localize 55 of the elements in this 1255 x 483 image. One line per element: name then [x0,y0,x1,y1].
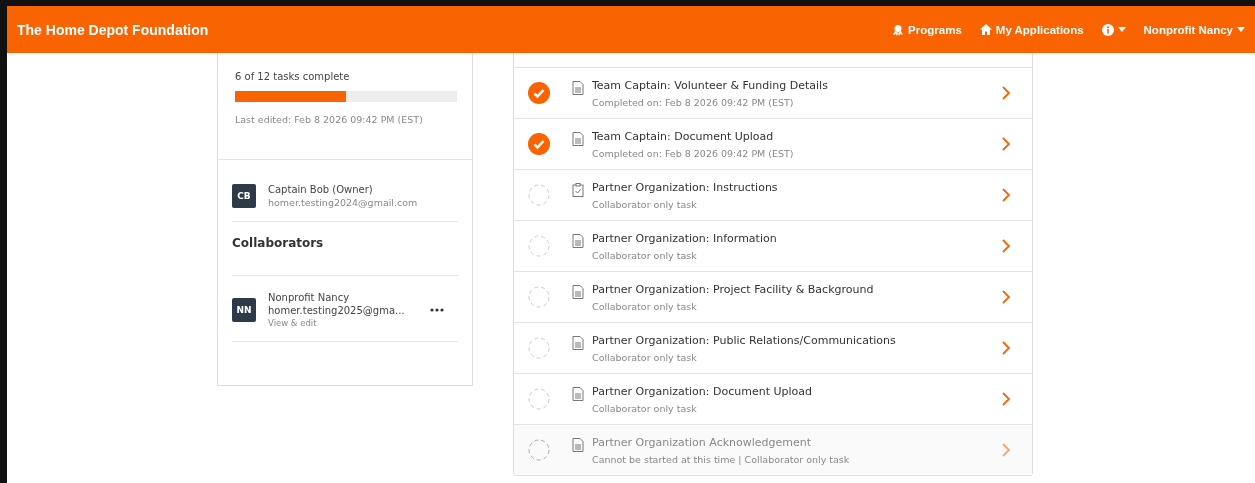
owner-avatar: CB [232,184,256,208]
task-row[interactable]: Partner Organization: Information Collaborator only task [514,221,1032,272]
document-icon [572,285,584,299]
chevron-icon [1002,239,1010,253]
task-row[interactable]: Partner Organization: Project Facility & Background Collaborator only task [514,272,1032,323]
task-row[interactable]: Team Captain: Volunteer & Funding Details Completed on: Feb 8 2026 09:42 PM (EST) [514,68,1032,119]
task-status: Collaborator only task [592,198,698,210]
home-icon [979,24,992,35]
document-icon [572,81,584,95]
collaborator-access: View & edit [268,318,318,328]
chevron-icon [1002,392,1010,406]
progress-label: 6 of 12 tasks complete [235,71,351,82]
document-icon [572,387,584,401]
document-icon [572,336,584,350]
document-icon [572,132,584,146]
owner-email: homer.testing2024@gmail.com [268,197,419,208]
task-title: Team Captain: Document Upload [592,129,775,143]
collaborator-name: Nonprofit Nancy [268,292,351,303]
task-status: Completed on: Feb 8 2026 09:42 PM (EST) [592,96,795,108]
task-title: Partner Organization: Document Upload [592,384,814,398]
document-icon [572,234,584,248]
info-menu[interactable] [1101,23,1126,36]
task-title: Partner Organization: Instructions [592,180,779,194]
collaborator-avatar: NN [232,298,256,322]
chevron-icon [1002,86,1010,100]
task-title: Partner Organization: Information [592,231,778,245]
collaborator-email: homer.testing2025@gma... [268,305,406,316]
task-title: Team Captain: Volunteer & Funding Details [592,78,829,92]
last-edited: Last edited: Feb 8 2026 09:42 PM (EST) [235,114,424,125]
info-icon [1101,23,1114,36]
caret-icon [1117,27,1126,32]
collaborators-heading: Collaborators [232,222,458,276]
clipboard-icon [572,183,584,197]
task-row[interactable]: Partner Organization: Public Relations/Communications Collaborator only task [514,323,1032,374]
chevron-icon [1002,188,1010,202]
document-icon [572,438,584,452]
task-status: Cannot be started at this time | Collaborator only task [592,453,851,465]
caret-icon [1237,27,1245,32]
task-status: Completed on: Feb 8 2026 09:42 PM (EST) [592,147,795,159]
task-title: Partner Organization: Project Facility & Background [592,282,875,296]
chevron-icon [1002,341,1010,355]
task-status: Collaborator only task [592,300,698,312]
chevron-icon [1002,137,1010,151]
task-status: Collaborator only task [592,402,698,414]
chevron-icon [1002,290,1010,304]
task-status: Collaborator only task [592,249,698,261]
task-status: Collaborator only task [592,351,698,363]
owner-name: Captain Bob (Owner) [268,184,374,195]
chevron-icon [1002,443,1010,457]
task-title: Partner Organization: Public Relations/Communications [592,333,897,347]
task-row[interactable]: Team Captain: Document Upload Completed on: Feb 8 2026 09:42 PM (EST) [514,119,1032,170]
more-icon[interactable] [430,308,444,312]
award-icon [892,23,905,36]
task-title: Partner Organization Acknowledgement [592,435,813,449]
task-row[interactable]: Partner Organization: Instructions Collaborator only task [514,170,1032,221]
